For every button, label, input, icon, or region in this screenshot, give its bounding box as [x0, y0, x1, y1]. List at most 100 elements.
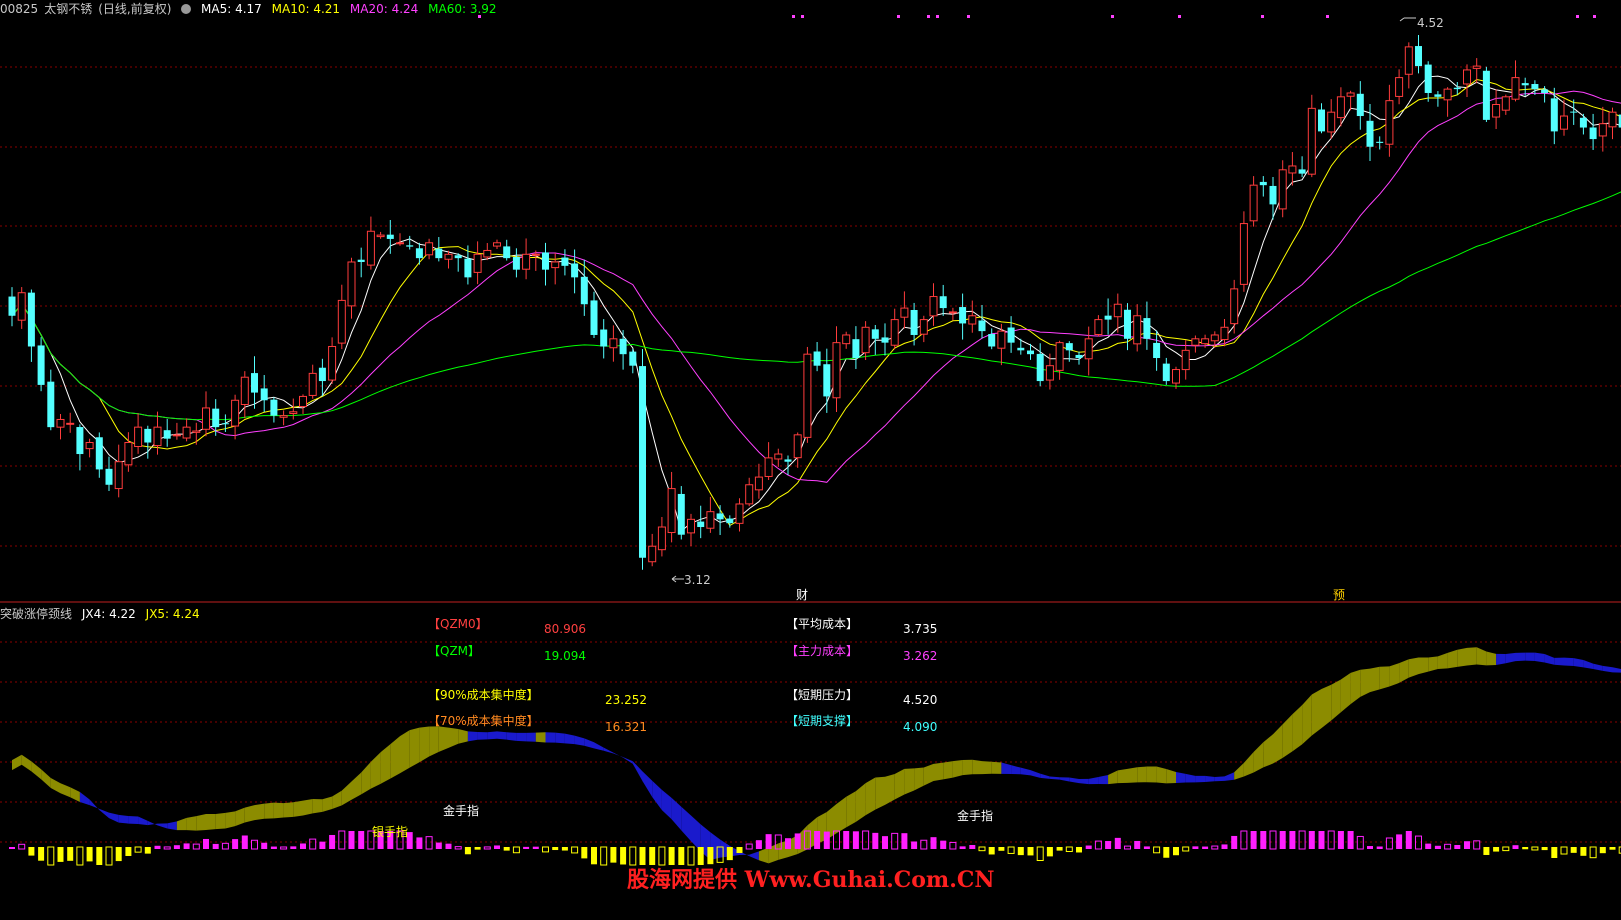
candle[interactable]: [406, 235, 414, 250]
candle[interactable]: [706, 496, 715, 533]
candle[interactable]: [745, 477, 754, 507]
candle[interactable]: [978, 304, 986, 339]
candle[interactable]: [425, 238, 434, 260]
event-marker[interactable]: [1178, 15, 1181, 18]
candle[interactable]: [47, 369, 55, 431]
candle[interactable]: [735, 498, 744, 532]
candle[interactable]: [105, 456, 113, 492]
candle[interactable]: [1124, 303, 1131, 351]
candle[interactable]: [473, 241, 482, 285]
candle[interactable]: [1482, 66, 1490, 122]
candle[interactable]: [376, 231, 385, 239]
candle[interactable]: [1307, 94, 1316, 178]
candle[interactable]: [134, 413, 143, 454]
candle[interactable]: [852, 326, 860, 369]
candle[interactable]: [697, 505, 705, 539]
candle[interactable]: [182, 418, 191, 442]
candle[interactable]: [1589, 113, 1597, 150]
candle[interactable]: [1434, 91, 1442, 107]
candle[interactable]: [1153, 330, 1161, 371]
candle[interactable]: [454, 253, 462, 272]
candle[interactable]: [1288, 152, 1297, 186]
candle[interactable]: [939, 284, 947, 316]
event-marker[interactable]: [1111, 15, 1114, 18]
candle[interactable]: [1472, 58, 1481, 84]
candle[interactable]: [988, 328, 996, 350]
candle[interactable]: [231, 394, 240, 440]
candle[interactable]: [754, 463, 763, 499]
event-marker[interactable]: [1326, 15, 1329, 18]
candle[interactable]: [1143, 301, 1151, 350]
event-marker[interactable]: [936, 15, 939, 18]
candle[interactable]: [337, 284, 346, 350]
candle[interactable]: [803, 346, 812, 443]
candle[interactable]: [493, 239, 501, 250]
candle[interactable]: [308, 364, 317, 399]
candle[interactable]: [503, 239, 511, 261]
candle[interactable]: [1181, 340, 1190, 380]
candle[interactable]: [522, 238, 531, 280]
event-marker[interactable]: [1576, 15, 1579, 18]
candle[interactable]: [396, 233, 404, 246]
candle[interactable]: [76, 424, 84, 471]
candle[interactable]: [240, 371, 249, 419]
candle[interactable]: [483, 243, 492, 261]
event-marker[interactable]: [792, 15, 795, 18]
candle[interactable]: [1318, 103, 1325, 134]
candle[interactable]: [260, 375, 268, 413]
candle[interactable]: [609, 325, 618, 362]
candle[interactable]: [1075, 351, 1083, 365]
candle[interactable]: [270, 397, 278, 423]
candle[interactable]: [764, 442, 773, 481]
candle[interactable]: [1298, 156, 1306, 178]
candle[interactable]: [1346, 90, 1355, 111]
candle[interactable]: [551, 253, 560, 285]
candle[interactable]: [192, 422, 201, 445]
candle[interactable]: [144, 425, 152, 459]
candle[interactable]: [929, 283, 938, 326]
candle[interactable]: [1094, 315, 1103, 337]
candle[interactable]: [251, 356, 258, 409]
candle[interactable]: [890, 308, 899, 350]
candle[interactable]: [1249, 176, 1258, 227]
candle[interactable]: [1327, 99, 1336, 139]
candle[interactable]: [1404, 42, 1413, 89]
candle[interactable]: [27, 289, 35, 362]
candle[interactable]: [366, 216, 375, 270]
candle[interactable]: [677, 486, 685, 540]
candle[interactable]: [629, 348, 637, 374]
finance-marker[interactable]: 财: [796, 588, 808, 602]
candle[interactable]: [1492, 89, 1501, 130]
candle[interactable]: [639, 348, 646, 570]
candle[interactable]: [1415, 35, 1422, 74]
candle[interactable]: [657, 516, 666, 557]
candle[interactable]: [1550, 87, 1558, 145]
candle[interactable]: [1239, 211, 1248, 292]
candle[interactable]: [1278, 160, 1287, 218]
candle[interactable]: [1269, 176, 1277, 220]
candle[interactable]: [37, 337, 45, 392]
candle[interactable]: [600, 319, 608, 359]
event-marker[interactable]: [897, 15, 900, 18]
candle[interactable]: [1007, 316, 1015, 353]
candle[interactable]: [1376, 136, 1384, 150]
candle[interactable]: [1133, 304, 1142, 352]
candle[interactable]: [1104, 298, 1112, 335]
candle[interactable]: [8, 287, 16, 327]
candle[interactable]: [823, 348, 831, 413]
event-marker[interactable]: [927, 15, 930, 18]
candle[interactable]: [163, 419, 171, 447]
candle[interactable]: [667, 471, 676, 543]
candle[interactable]: [774, 448, 783, 467]
candle[interactable]: [542, 242, 549, 286]
candle[interactable]: [561, 249, 569, 276]
candle[interactable]: [279, 410, 288, 426]
candle[interactable]: [202, 391, 210, 437]
candle[interactable]: [1230, 279, 1239, 334]
event-marker[interactable]: [1593, 15, 1596, 18]
candle[interactable]: [289, 398, 298, 420]
candle[interactable]: [1598, 106, 1607, 152]
candle[interactable]: [1055, 340, 1064, 380]
candle[interactable]: [900, 291, 909, 329]
candle[interactable]: [1560, 99, 1568, 136]
